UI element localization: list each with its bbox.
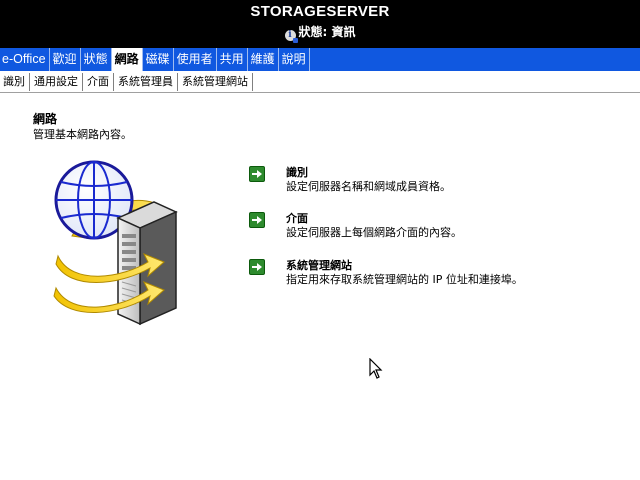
nav-item-users[interactable]: 使用者 xyxy=(174,48,217,71)
info-icon: i xyxy=(284,30,298,43)
nav-item-disks[interactable]: 磁碟 xyxy=(143,48,174,71)
sub-nav-admin-website[interactable]: 系統管理網站 xyxy=(178,72,253,91)
green-arrow-icon[interactable] xyxy=(249,259,265,275)
green-arrow-icon[interactable] xyxy=(249,166,265,182)
main-nav: e-Office 歡迎 狀態 網路 磁碟 使用者 共用 維護 說明 xyxy=(0,48,640,71)
green-arrow-icon[interactable] xyxy=(249,212,265,228)
nav-item-welcome[interactable]: 歡迎 xyxy=(50,48,81,71)
sub-nav-identification[interactable]: 識別 xyxy=(0,72,30,91)
sub-nav-interfaces[interactable]: 介面 xyxy=(83,72,114,91)
nav-item-maintenance[interactable]: 維護 xyxy=(248,48,279,71)
network-server-globe-icon xyxy=(52,158,192,338)
mouse-pointer-icon xyxy=(369,357,383,380)
sub-nav: 識別 通用設定 介面 系統管理員 系統管理網站 xyxy=(0,71,640,93)
page-subtitle: 管理基本網路內容。 xyxy=(33,128,132,141)
nav-item-status[interactable]: 狀態 xyxy=(81,48,112,71)
task-description: 設定伺服器上每個網路介面的內容。 xyxy=(286,226,462,239)
task-description: 設定伺服器名稱和網域成員資格。 xyxy=(286,180,451,193)
nav-item-help[interactable]: 說明 xyxy=(279,48,310,71)
sub-nav-global-settings[interactable]: 通用設定 xyxy=(30,72,83,91)
server-name: STORAGESERVER xyxy=(250,3,390,20)
status-line[interactable]: i 狀態: 資訊 xyxy=(0,23,640,43)
sub-nav-administrator[interactable]: 系統管理員 xyxy=(114,72,178,91)
status-text[interactable]: 狀態: 資訊 xyxy=(299,25,356,39)
task-description: 指定用來存取系統管理網站的 IP 位址和連接埠。 xyxy=(286,273,523,286)
nav-item-network[interactable]: 網路 xyxy=(111,48,143,71)
nav-item-e-office[interactable]: e-Office xyxy=(0,48,50,71)
nav-item-shares[interactable]: 共用 xyxy=(217,48,248,71)
page-title: 網路 xyxy=(33,112,58,126)
header-bar: STORAGESERVER i 狀態: 資訊 xyxy=(0,0,640,48)
